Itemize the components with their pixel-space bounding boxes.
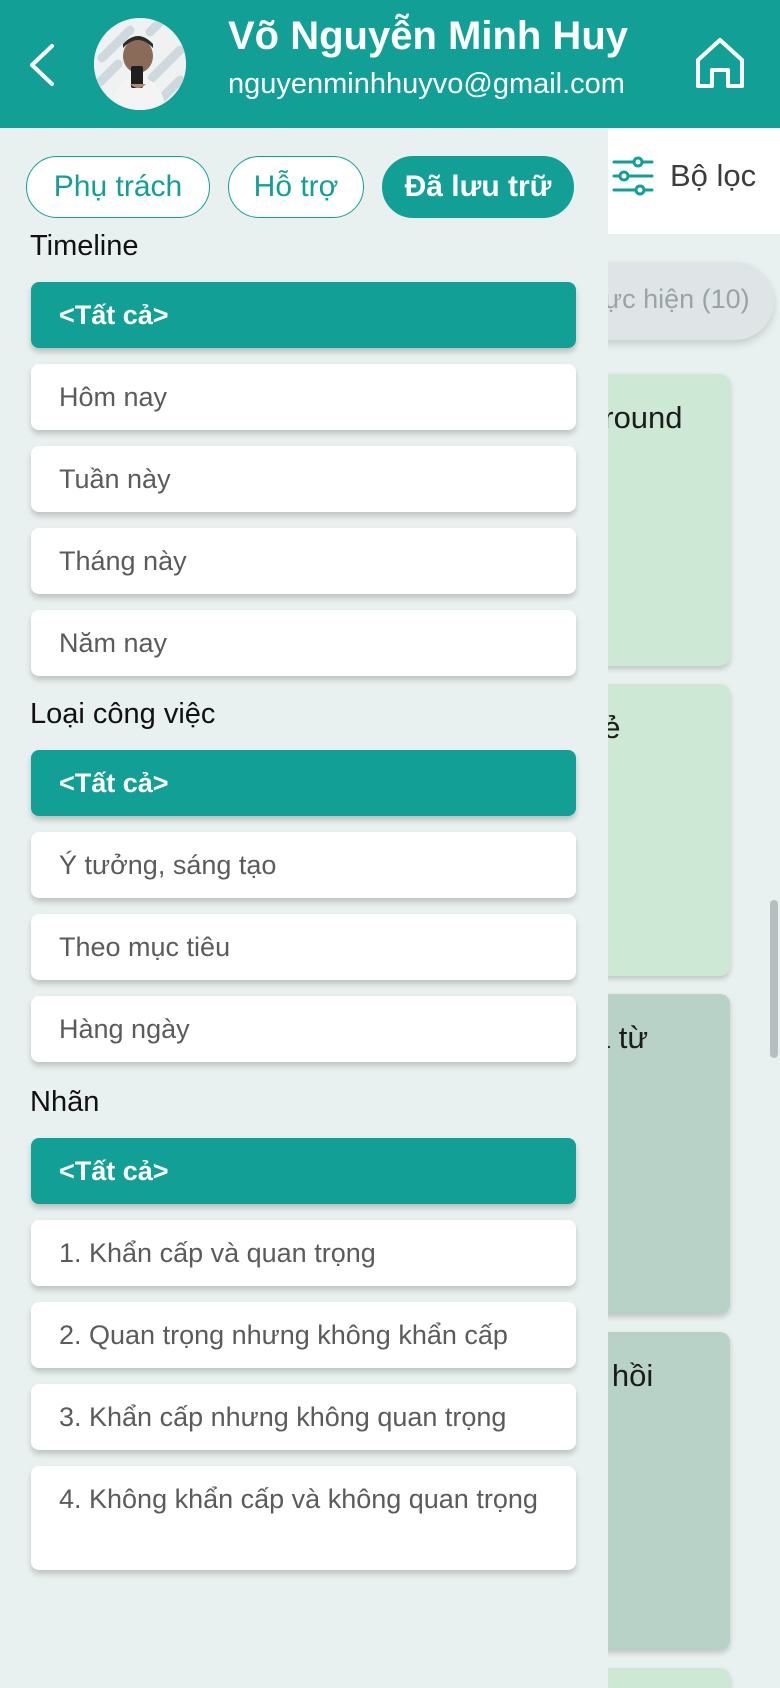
- timeline-option-this-year[interactable]: Năm nay: [31, 610, 576, 676]
- task-type-option-daily[interactable]: Hàng ngày: [31, 996, 576, 1062]
- tab-da-luu-tru[interactable]: Đã lưu trữ: [382, 156, 574, 218]
- labels-title: Nhãn: [30, 1086, 100, 1118]
- home-icon[interactable]: [692, 34, 748, 92]
- user-name: Võ Nguyễn Minh Huy: [228, 14, 628, 58]
- tab-ho-tro[interactable]: Hỗ trợ: [228, 156, 364, 218]
- task-type-option-idea[interactable]: Ý tưởng, sáng tạo: [31, 832, 576, 898]
- label-option-all[interactable]: <Tất cả>: [31, 1138, 576, 1204]
- app-header: Võ Nguyễn Minh Huy nguyenminhhuyvo@gmail…: [0, 0, 780, 128]
- task-type-option-goal[interactable]: Theo mục tiêu: [31, 914, 576, 980]
- tab-phu-trach[interactable]: Phụ trách: [26, 156, 210, 218]
- timeline-option-this-week[interactable]: Tuần này: [31, 446, 576, 512]
- timeline-option-this-month[interactable]: Tháng này: [31, 528, 576, 594]
- timeline-option-all[interactable]: <Tất cả>: [31, 282, 576, 348]
- timeline-title: Timeline: [30, 230, 139, 262]
- user-email: nguyenminhhuyvo@gmail.com: [228, 68, 625, 100]
- label-option-3[interactable]: 3. Khẩn cấp nhưng không quan trọng: [31, 1384, 576, 1450]
- label-option-1[interactable]: 1. Khẩn cấp và quan trọng: [31, 1220, 576, 1286]
- avatar[interactable]: [94, 18, 186, 110]
- filter-icon[interactable]: [612, 154, 654, 198]
- timeline-option-today[interactable]: Hôm nay: [31, 364, 576, 430]
- filter-label[interactable]: Bộ lọc: [670, 158, 756, 194]
- label-option-4[interactable]: 4. Không khẩn cấp và không quan trọng: [31, 1466, 576, 1570]
- label-option-2[interactable]: 2. Quan trọng nhưng không khẩn cấp: [31, 1302, 576, 1368]
- avatar-image: [94, 18, 186, 110]
- task-type-title: Loại công việc: [30, 698, 216, 730]
- task-type-option-all[interactable]: <Tất cả>: [31, 750, 576, 816]
- back-icon[interactable]: [22, 40, 62, 90]
- filter-drawer: Phụ trách Hỗ trợ Đã lưu trữ Timeline <Tấ…: [0, 128, 608, 1688]
- status-pill-label: ực hiện (10): [604, 284, 750, 314]
- scrollbar[interactable]: [770, 900, 778, 1058]
